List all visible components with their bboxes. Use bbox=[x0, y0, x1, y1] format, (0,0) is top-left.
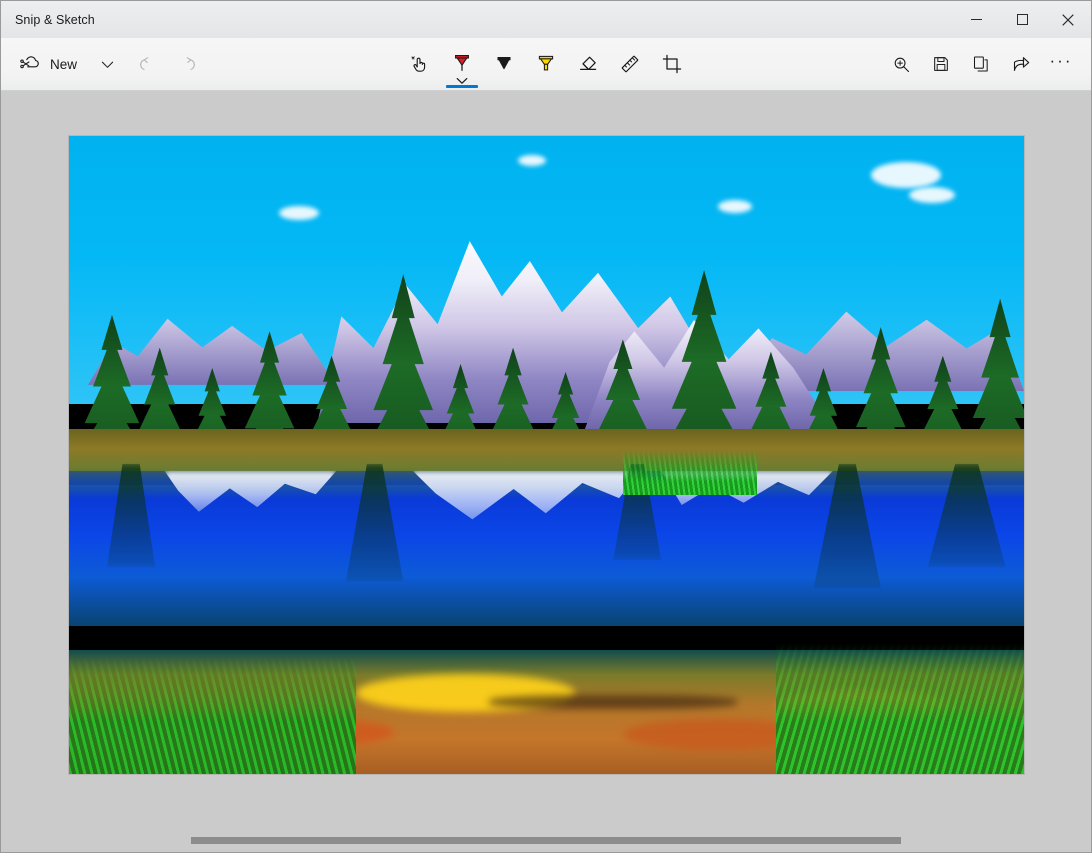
undo-icon bbox=[139, 56, 148, 70]
cloud-icon bbox=[718, 199, 753, 213]
tool-eraser[interactable] bbox=[567, 42, 609, 86]
title-bar[interactable]: Snip & Sketch bbox=[1, 1, 1091, 38]
close-icon bbox=[1062, 13, 1074, 26]
minimize-button[interactable] bbox=[953, 1, 999, 38]
toolbar-right-group: ··· bbox=[881, 44, 1081, 84]
tool-highlighter[interactable] bbox=[525, 42, 567, 86]
ruler-icon bbox=[621, 55, 639, 73]
redo-button[interactable] bbox=[167, 44, 207, 84]
new-snip-label: New bbox=[50, 56, 78, 72]
maximize-icon bbox=[1016, 14, 1028, 25]
dark-log bbox=[489, 694, 738, 709]
pencil-tool-icon bbox=[497, 57, 511, 70]
foreground-grass-right bbox=[775, 643, 1024, 774]
water-layer bbox=[69, 429, 1024, 774]
close-button[interactable] bbox=[1045, 1, 1091, 38]
share-icon bbox=[1013, 56, 1029, 71]
new-snip-dropdown-button[interactable] bbox=[87, 44, 127, 84]
snip-image bbox=[69, 136, 1024, 774]
toolbar-left-group: New bbox=[11, 44, 207, 84]
snip-and-sketch-window: Snip & Sketch New ··· bbox=[0, 0, 1092, 853]
canvas-area[interactable] bbox=[1, 91, 1091, 852]
tool-crop[interactable] bbox=[651, 42, 693, 86]
undo-button[interactable] bbox=[127, 44, 167, 84]
maximize-button[interactable] bbox=[999, 1, 1045, 38]
new-snip-button[interactable]: New bbox=[11, 44, 87, 84]
zoom-in-icon bbox=[894, 57, 909, 72]
window-controls bbox=[953, 1, 1091, 38]
zoom-button[interactable] bbox=[881, 44, 921, 84]
minimize-icon bbox=[970, 19, 982, 20]
more-options-button[interactable]: ··· bbox=[1041, 44, 1081, 84]
copy-button[interactable] bbox=[961, 44, 1001, 84]
annotation-tools-group bbox=[399, 38, 693, 91]
share-button[interactable] bbox=[1001, 44, 1041, 84]
redo-icon bbox=[186, 56, 195, 70]
chevron-down-icon bbox=[101, 61, 113, 68]
grass-islet bbox=[622, 450, 757, 495]
touch-writing-icon bbox=[411, 56, 426, 72]
save-icon bbox=[934, 57, 948, 71]
new-snip-icon bbox=[20, 56, 39, 69]
horizontal-scrollbar[interactable] bbox=[1, 837, 1091, 844]
tool-ruler[interactable] bbox=[609, 42, 651, 86]
window-title: Snip & Sketch bbox=[15, 12, 95, 27]
cloud-icon bbox=[517, 155, 546, 167]
foreground-grass-left bbox=[69, 656, 356, 774]
copy-icon bbox=[973, 56, 988, 72]
ballpoint-pen-icon bbox=[455, 54, 469, 71]
main-toolbar: New ··· bbox=[1, 38, 1091, 91]
ellipsis-icon: ··· bbox=[1049, 51, 1073, 70]
tool-ballpoint-pen[interactable] bbox=[441, 42, 483, 88]
snip-image-container[interactable] bbox=[69, 136, 1024, 774]
horizontal-scrollbar-thumb[interactable] bbox=[191, 837, 901, 844]
tool-touch-writing[interactable] bbox=[399, 42, 441, 86]
tool-pencil[interactable] bbox=[483, 42, 525, 86]
crop-icon bbox=[662, 54, 682, 74]
save-button[interactable] bbox=[921, 44, 961, 84]
eraser-icon bbox=[580, 56, 597, 70]
pen-options-chevron[interactable] bbox=[441, 77, 483, 85]
chevron-down-icon bbox=[456, 78, 468, 84]
cloud-icon bbox=[871, 161, 942, 188]
highlighter-icon bbox=[538, 55, 554, 71]
